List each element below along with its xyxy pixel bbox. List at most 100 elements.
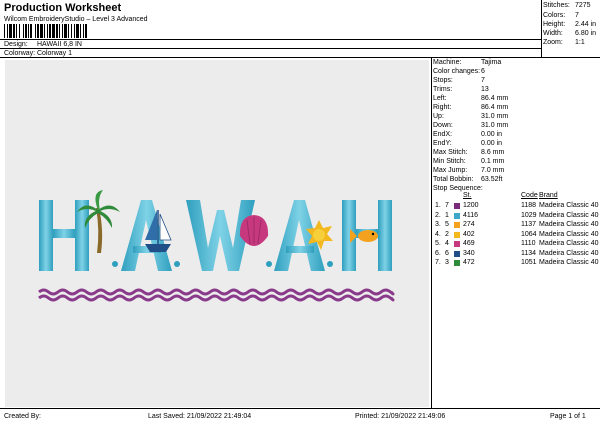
color-index: 6 (445, 249, 449, 257)
stat-label: Stops: (433, 77, 453, 84)
stitch-count: 274 (463, 221, 475, 228)
stop-sequence-title: Stop Sequence: (433, 185, 483, 192)
table-row: 2. 1 4116 1029 Madeira Classic 40 (433, 212, 600, 222)
design-label: Design: (4, 41, 28, 48)
table-row: 5. 4 469 1110 Madeira Classic 40 (433, 240, 600, 250)
thread-code: 1110 (521, 240, 536, 247)
stop-sequence-rows: 1. 7 1200 1188 Madeira Classic 40 2. 1 4116 1029… (433, 202, 600, 269)
stat-label: Trims: (433, 86, 453, 93)
zoom-row: Zoom: 1:1 (543, 39, 585, 46)
stat-value: 31.0 mm (481, 122, 509, 129)
stat-value: 7.0 mm (481, 167, 505, 174)
hawaii-design (38, 190, 395, 302)
machine-stat-row: Down: 31.0 mm (433, 122, 508, 129)
stat-label: EndX: (433, 131, 453, 138)
row-number: 6. (435, 249, 441, 257)
table-row: 4. 2 402 1064 Madeira Classic 40 (433, 231, 600, 241)
table-row: 6. 6 340 1134 Madeira Classic 40 (433, 250, 600, 260)
stitch-count: 402 (463, 230, 475, 238)
machine-stat-row: EndY: 0.00 in (433, 140, 502, 147)
row-number: 7. (435, 259, 441, 266)
stat-value: 13 (481, 86, 489, 93)
stitch-count: 472 (463, 259, 475, 266)
table-row: 3. 5 274 1137 Madeira Classic 40 (433, 221, 600, 231)
colors-row: Colors: 7 (543, 12, 579, 19)
machine-stat-row: Left: 86.4 mm (433, 95, 508, 102)
thread-code: 1137 (521, 221, 537, 228)
divider (0, 408, 600, 409)
color-swatch (454, 203, 460, 209)
color-swatch (454, 250, 460, 257)
hawaii-lettering (39, 200, 392, 271)
height-value: 2.44 in (575, 21, 597, 28)
thread-code: 1029 (521, 211, 537, 219)
thread-brand: Madeira Classic 40 (539, 221, 599, 228)
barcode-bar (85, 24, 87, 38)
stitches-value: 7275 (575, 2, 591, 9)
divider (541, 0, 542, 57)
stat-label: Right: (433, 104, 452, 111)
wave-border (38, 288, 395, 296)
width-label: Width: (543, 30, 563, 37)
stat-value: 0.1 mm (481, 158, 505, 165)
stitch-count: 1200 (463, 202, 479, 209)
color-swatch (454, 212, 460, 219)
color-index: 3 (445, 259, 449, 266)
brand-header: Brand (539, 192, 558, 199)
printed-date: Printed: 21/09/2022 21:49:06 (355, 413, 446, 420)
zoom-value: 1:1 (575, 39, 585, 46)
stat-label: Down: (433, 122, 453, 129)
width-value: 6.80 in (575, 30, 597, 37)
thread-brand: Madeira Classic 40 (539, 240, 599, 247)
barcode-icon (4, 24, 142, 38)
stat-value: 0.00 in (481, 131, 503, 138)
stitch-count: 340 (463, 249, 475, 257)
machine-stat-row: Max Jump: 7.0 mm (433, 167, 504, 174)
machine-stat-row: Right: 86.4 mm (433, 104, 508, 111)
stop-sequence: Stop Sequence: St. Code Brand 1. 7 1200 118… (433, 185, 600, 269)
page-number: Page 1 of 1 (550, 413, 586, 420)
design-value: HAWAII 6,8 IN (37, 41, 82, 48)
machine-stat-row: Min Stitch: 0.1 mm (433, 158, 504, 165)
colorway-row: Colorway: Colorway 1 (4, 50, 72, 57)
row-number: 3. (435, 221, 441, 228)
row-number: 5. (435, 240, 441, 247)
stat-label: Machine: (433, 59, 462, 66)
color-index: 5 (445, 221, 449, 228)
color-index: 1 (445, 211, 449, 219)
color-swatch (454, 231, 460, 238)
machine-stat-row: Total Bobbin: 63.52ft (433, 176, 502, 183)
letter-h (39, 200, 89, 271)
height-row: Height: 2.44 in (543, 21, 596, 28)
color-swatch (454, 260, 460, 266)
stat-value: 6 (481, 68, 485, 75)
stat-label: Max Jump: (433, 167, 468, 174)
machine-stat-row: EndX: 0.00 in (433, 131, 502, 138)
colorway-value: Colorway 1 (37, 50, 73, 57)
stitch-count: 4116 (463, 211, 479, 219)
stat-value: 8.6 mm (481, 149, 505, 156)
design-row: Design: HAWAII 6,8 IN (4, 41, 82, 48)
width-row: Width: 6.80 in (543, 30, 596, 37)
machine-stat-row: Machine: Tajima (433, 59, 501, 66)
row-number: 4. (435, 230, 441, 238)
table-row: 7. 3 472 1051 Madeira Classic 40 (433, 259, 600, 269)
stop-sequence-header: St. Code Brand (433, 192, 600, 202)
thread-brand: Madeira Classic 40 (539, 249, 599, 257)
colors-label: Colors: (543, 12, 566, 19)
color-index: 2 (445, 230, 449, 238)
row-number: 1. (435, 202, 441, 209)
stat-value: 31.0 mm (481, 113, 509, 120)
stat-label: Color changes: (433, 68, 481, 75)
thread-brand: Madeira Classic 40 (539, 230, 599, 238)
machine-stat-row: Up: 31.0 mm (433, 113, 508, 120)
thread-brand: Madeira Classic 40 (539, 259, 599, 266)
color-swatch (454, 241, 460, 247)
zoom-label: Zoom: (543, 39, 563, 46)
thread-code: 1134 (521, 249, 537, 257)
color-swatch (454, 222, 460, 228)
last-saved: Last Saved: 21/09/2022 21:49:04 (148, 413, 252, 420)
divider (431, 57, 432, 408)
stat-value: 86.4 mm (481, 95, 509, 102)
thread-brand: Madeira Classic 40 (539, 202, 599, 209)
